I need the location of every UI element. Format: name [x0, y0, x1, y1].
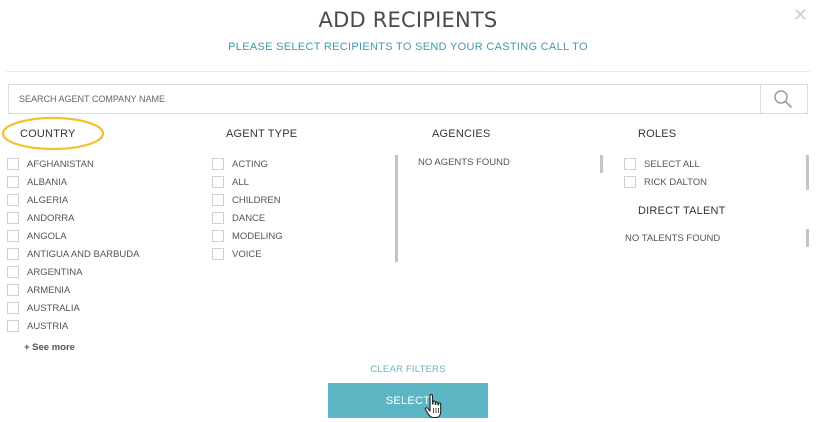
country-label: ANTIGUA AND BARBUDA [27, 248, 140, 260]
country-item[interactable]: ANDORRA [7, 209, 139, 227]
checkbox[interactable] [7, 302, 19, 314]
country-label: ANGOLA [27, 230, 67, 242]
country-item[interactable]: ARGENTINA [7, 263, 139, 281]
dialog-title: ADD RECIPIENTS [318, 8, 498, 32]
role-item-select-all[interactable]: SELECT ALL [624, 155, 707, 173]
agent-type-heading: AGENT TYPE [226, 128, 298, 140]
agent-type-list: ACTING ALL CHILDREN DANCE MODELING VOICE [212, 155, 283, 263]
agencies-scrollbar[interactable] [600, 155, 603, 173]
checkbox[interactable] [212, 230, 224, 242]
agent-type-item[interactable]: ALL [212, 173, 283, 191]
checkbox[interactable] [7, 266, 19, 278]
agent-type-item[interactable]: ACTING [212, 155, 283, 173]
country-label: ARGENTINA [27, 266, 83, 278]
agent-type-item[interactable]: MODELING [212, 227, 283, 245]
checkbox[interactable] [7, 284, 19, 296]
country-item[interactable]: ANGOLA [7, 227, 139, 245]
checkbox[interactable] [7, 230, 19, 242]
agent-type-label: CHILDREN [232, 194, 281, 206]
checkbox[interactable] [7, 176, 19, 188]
agent-type-item[interactable]: DANCE [212, 209, 283, 227]
search-icon[interactable] [773, 89, 793, 109]
country-list: AFGHANISTAN ALBANIA ALGERIA ANDORRA ANGO… [7, 155, 139, 335]
country-label: AUSTRIA [27, 320, 69, 332]
search-separator [760, 85, 761, 113]
country-item[interactable]: AFGHANISTAN [7, 155, 139, 173]
hand-pointer-icon [424, 393, 442, 419]
direct-talent-heading: DIRECT TALENT [638, 205, 726, 217]
country-item[interactable]: ANTIGUA AND BARBUDA [7, 245, 139, 263]
direct-talent-scrollbar[interactable] [806, 229, 809, 247]
checkbox[interactable] [7, 158, 19, 170]
country-label: AUSTRALIA [27, 302, 80, 314]
checkbox[interactable] [212, 212, 224, 224]
checkbox[interactable] [7, 248, 19, 260]
checkbox[interactable] [212, 194, 224, 206]
dialog-subtitle: PLEASE SELECT RECIPIENTS TO SEND YOUR CA… [228, 41, 588, 53]
divider [6, 71, 810, 72]
checkbox[interactable] [212, 158, 224, 170]
roles-heading: ROLES [638, 128, 677, 140]
country-label: ANDORRA [27, 212, 75, 224]
no-talents-message: NO TALENTS FOUND [625, 233, 721, 244]
clear-filters-row: CLEAR FILTERS [0, 364, 816, 375]
search-bar [8, 84, 808, 114]
select-button[interactable]: SELECT [328, 383, 488, 418]
role-label: RICK DALTON [644, 176, 707, 188]
country-label: AFGHANISTAN [27, 158, 94, 170]
country-item[interactable]: AUSTRIA [7, 317, 139, 335]
checkbox[interactable] [7, 212, 19, 224]
country-item[interactable]: ARMENIA [7, 281, 139, 299]
agent-type-item[interactable]: VOICE [212, 245, 283, 263]
agent-type-label: DANCE [232, 212, 266, 224]
agencies-heading: AGENCIES [432, 128, 491, 140]
checkbox[interactable] [7, 320, 19, 332]
clear-filters-link[interactable]: CLEAR FILTERS [370, 364, 445, 375]
agent-type-label: ACTING [232, 158, 268, 170]
roles-scrollbar[interactable] [806, 155, 809, 190]
agent-type-scrollbar[interactable] [395, 155, 398, 262]
see-more-link[interactable]: + See more [24, 342, 75, 353]
checkbox[interactable] [7, 194, 19, 206]
country-label: ARMENIA [27, 284, 71, 296]
country-label: ALGERIA [27, 194, 69, 206]
agent-type-label: ALL [232, 176, 249, 188]
agent-type-item[interactable]: CHILDREN [212, 191, 283, 209]
country-item[interactable]: ALGERIA [7, 191, 139, 209]
checkbox[interactable] [624, 176, 636, 188]
agent-type-label: VOICE [232, 248, 262, 260]
agent-type-label: MODELING [232, 230, 283, 242]
country-heading: COUNTRY [20, 128, 76, 140]
checkbox[interactable] [212, 176, 224, 188]
search-input[interactable] [9, 85, 749, 113]
no-agents-message: NO AGENTS FOUND [418, 157, 510, 168]
role-label: SELECT ALL [644, 158, 700, 170]
country-label: ALBANIA [27, 176, 68, 188]
country-item[interactable]: AUSTRALIA [7, 299, 139, 317]
checkbox[interactable] [212, 248, 224, 260]
role-item[interactable]: RICK DALTON [624, 173, 707, 191]
close-icon[interactable]: ✕ [793, 6, 808, 24]
roles-list: SELECT ALL RICK DALTON [624, 155, 707, 191]
checkbox[interactable] [624, 158, 636, 170]
country-item[interactable]: ALBANIA [7, 173, 139, 191]
